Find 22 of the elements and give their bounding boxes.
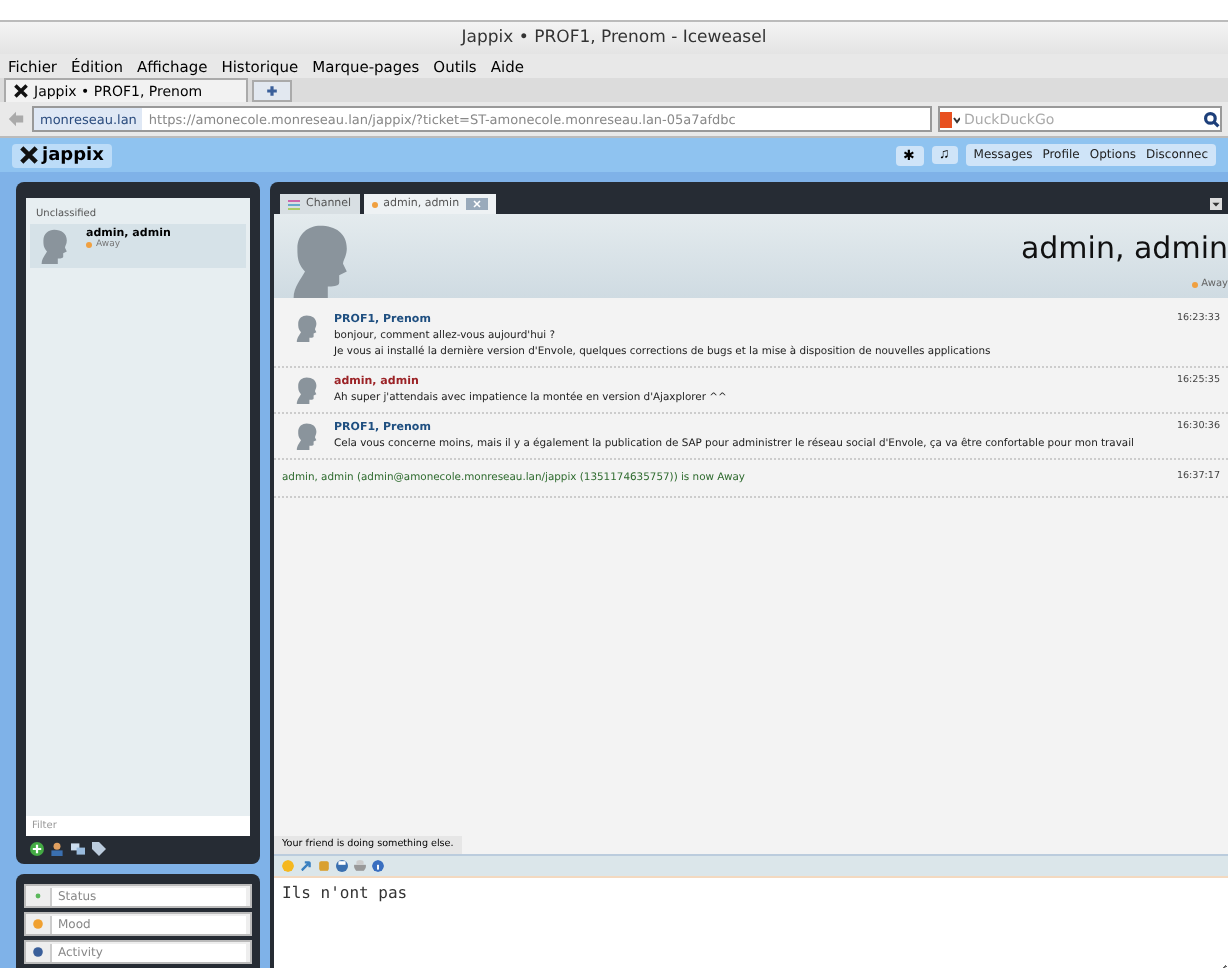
avatar-silhouette-icon xyxy=(294,422,322,450)
info-icon[interactable] xyxy=(372,860,384,872)
channel-icon xyxy=(288,199,300,209)
people-icon[interactable] xyxy=(50,842,64,856)
avatar-silhouette-icon xyxy=(294,314,322,342)
dropdown-icon[interactable] xyxy=(1210,197,1222,209)
status-icon xyxy=(30,890,46,902)
contact-name: admin, admin xyxy=(1020,230,1228,266)
x-logo-icon xyxy=(14,84,28,98)
tag-icon[interactable] xyxy=(92,842,106,856)
chat-bubbles-icon[interactable] xyxy=(70,842,86,856)
avatar-silhouette-icon xyxy=(294,376,322,404)
mood-icon xyxy=(30,918,46,930)
search-engine-icon[interactable] xyxy=(940,111,960,127)
message-input[interactable]: Ils n'ont pas xyxy=(274,876,1228,968)
app-logo[interactable]: jappix xyxy=(12,143,112,167)
search-icon[interactable] xyxy=(1204,111,1220,127)
window-title: Jappix • PROF1, Prenom - Iceweasel xyxy=(461,28,767,48)
activity-icon xyxy=(30,946,46,958)
add-contact-icon[interactable] xyxy=(30,842,44,856)
arrow-icon[interactable] xyxy=(300,860,312,872)
new-tab-icon[interactable] xyxy=(252,80,292,102)
